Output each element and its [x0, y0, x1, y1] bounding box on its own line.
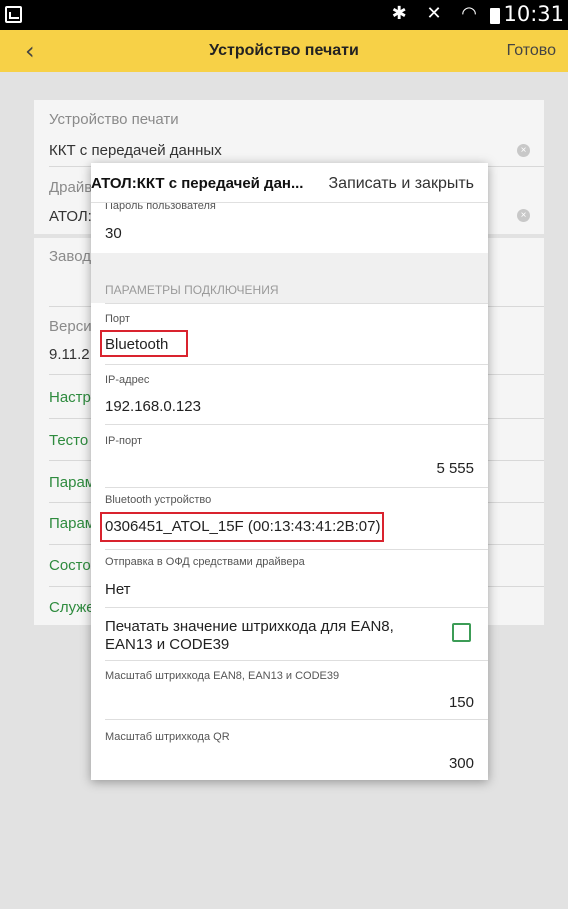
page-title: Устройство печати [209, 42, 359, 59]
divider [105, 487, 488, 488]
user-password-field[interactable]: 30 [105, 225, 122, 242]
ip-address-field[interactable]: 192.168.0.123 [105, 398, 201, 415]
print-barcode-label-line2: EAN13 и CODE39 [105, 636, 230, 653]
test-link[interactable]: Тесто [49, 432, 88, 449]
clear-icon[interactable]: × [517, 209, 530, 222]
version-label: Верси [49, 318, 92, 335]
connection-section: ПАРАМЕТРЫ ПОДКЛЮЧЕНИЯ [91, 253, 488, 303]
ip-port-label: IP-порт [105, 435, 143, 447]
params-link-2[interactable]: Парам [49, 515, 95, 532]
version-value: 9.11.2 [49, 346, 90, 363]
divider [105, 303, 488, 304]
driver-field[interactable]: АТОЛ: [49, 208, 92, 225]
status-link[interactable]: Состо [49, 557, 91, 574]
driver-label: Драйв [49, 179, 93, 196]
done-button[interactable]: Готово [507, 42, 556, 60]
divider [105, 424, 488, 425]
ip-port-field[interactable]: 5 555 [436, 460, 474, 477]
port-field[interactable]: Bluetooth [105, 336, 168, 353]
divider [105, 549, 488, 550]
divider [105, 364, 488, 365]
bluetooth-device-field[interactable]: 0306451_ATOL_15F (00:13:43:41:2B:07) [105, 518, 381, 535]
port-label: Порт [105, 313, 130, 325]
divider [105, 719, 488, 720]
scale-qr-field[interactable]: 300 [449, 755, 474, 772]
divider [105, 607, 488, 608]
params-link-1[interactable]: Парам [49, 474, 95, 491]
save-and-close-button[interactable]: Записать и закрыть [329, 175, 475, 193]
settings-link[interactable]: Настр [49, 389, 91, 406]
device-field[interactable]: ККТ с передачей данных [49, 142, 222, 159]
service-link[interactable]: Служе [49, 599, 95, 616]
ip-address-label: IP-адрес [105, 374, 150, 386]
scale-ean-label: Масштаб штрихкода EAN8, EAN13 и CODE39 [105, 670, 340, 682]
section-title: ПАРАМЕТРЫ ПОДКЛЮЧЕНИЯ [105, 283, 279, 297]
battery-icon [490, 8, 500, 24]
driver-settings-dialog: АТОЛ:ККТ с передачей дан... Записать и з… [91, 163, 488, 780]
bluetooth-device-label: Bluetooth устройство [105, 494, 212, 506]
status-icons: ✱ ✕ ◠ [391, 3, 484, 24]
ofd-field[interactable]: Нет [105, 581, 131, 598]
status-bar: ✱ ✕ ◠ 10:31 [0, 0, 568, 30]
top-bar: ‹ Устройство печати Готово [0, 30, 568, 72]
print-barcode-label-line1: Печатать значение штрихкода для EAN8, [105, 618, 394, 635]
device-label: Устройство печати [49, 111, 179, 128]
divider [105, 660, 488, 661]
dialog-header: АТОЛ:ККТ с передачей дан... Записать и з… [91, 163, 488, 203]
ofd-label: Отправка в ОФД средствами драйвера [105, 556, 305, 568]
screenshot-icon [5, 6, 22, 23]
clear-icon[interactable]: × [517, 144, 530, 157]
status-time: 10:31 [503, 2, 564, 26]
serial-label: Завод [49, 248, 91, 265]
scale-qr-label: Масштаб штрихкода QR [105, 731, 230, 743]
scale-ean-field[interactable]: 150 [449, 694, 474, 711]
dialog-title: АТОЛ:ККТ с передачей дан... [91, 175, 304, 192]
print-barcode-checkbox[interactable] [452, 623, 471, 642]
